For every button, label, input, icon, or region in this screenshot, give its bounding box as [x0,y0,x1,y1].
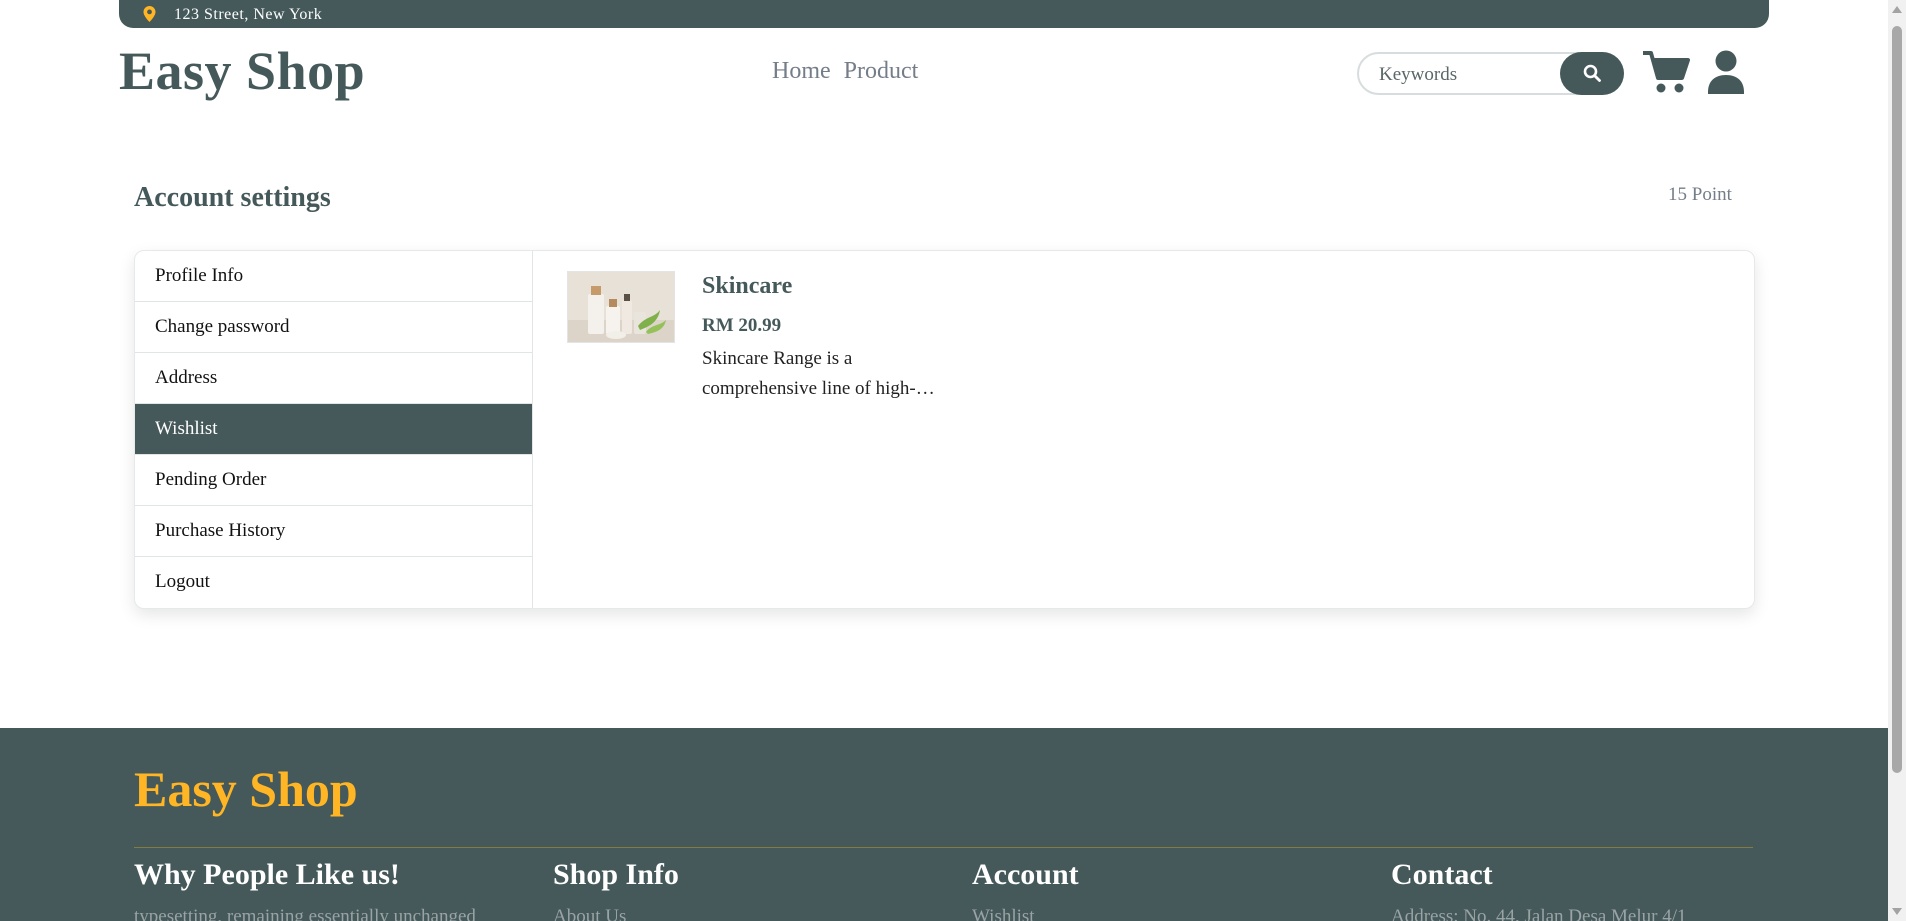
product-price: RM 20.99 [702,315,782,336]
site-footer: Easy Shop Why People Like us! typesettin… [0,728,1888,921]
cart-icon[interactable] [1642,50,1690,94]
points-badge: 15 Point [1668,184,1732,205]
footer-col-title: Shop Info [553,858,679,891]
footer-col-title: Contact [1391,858,1493,891]
skincare-photo [568,272,674,342]
menu-item-address[interactable]: Address [135,353,532,404]
menu-item-pending-order[interactable]: Pending Order [135,455,532,506]
footer-col-contact: Contact Address: No. 44, Jalan Desa Melu… [1391,858,1687,921]
scroll-up-arrow-icon[interactable] [1892,6,1902,13]
footer-col-title: Why People Like us! [134,858,400,891]
nav-home-link[interactable]: Home [772,58,831,85]
footer-col-shop-info: Shop Info About Us [553,858,679,921]
store-address: 123 Street, New York [174,6,323,23]
user-icon[interactable] [1707,50,1745,94]
top-address-bar: 123 Street, New York [119,0,1769,28]
product-description: Skincare Range is a comprehensive line o… [702,348,916,399]
map-pin-icon [143,6,156,22]
account-menu: Profile Info Change password Address Wis… [135,251,533,608]
menu-item-profile-info[interactable]: Profile Info [135,251,532,302]
product-image[interactable] [567,271,675,343]
search-button[interactable] [1560,52,1624,95]
footer-col-why-us: Why People Like us! typesetting, remaini… [134,858,476,921]
footer-link-about-us[interactable]: About Us [553,906,679,921]
site-logo[interactable]: Easy Shop [119,40,365,102]
menu-item-logout[interactable]: Logout [135,557,532,608]
account-card: Profile Info Change password Address Wis… [134,250,1755,609]
product-name[interactable]: Skincare [702,273,792,300]
search-input[interactable] [1377,62,1551,88]
footer-contact-address: Address: No. 44, Jalan Desa Melur 4/1 [1391,906,1687,921]
nav-product-link[interactable]: Product [844,58,919,85]
main-nav: Home Product [772,58,918,85]
footer-link-wishlist[interactable]: Wishlist [972,906,1079,921]
menu-item-change-password[interactable]: Change password [135,302,532,353]
menu-item-purchase-history[interactable]: Purchase History [135,506,532,557]
footer-divider [134,847,1753,848]
page: 123 Street, New York Easy Shop Home Prod… [0,0,1888,921]
footer-logo: Easy Shop [134,761,358,817]
vertical-scrollbar[interactable] [1888,0,1906,921]
footer-col-title: Account [972,858,1079,891]
page-title: Account settings [134,182,331,213]
scroll-thumb[interactable] [1892,26,1902,773]
menu-item-wishlist[interactable]: Wishlist [135,404,532,455]
search-icon [1583,64,1601,82]
footer-col-account: Account Wishlist [972,858,1079,921]
footer-col-text: typesetting, remaining essentially uncha… [134,906,476,921]
scroll-down-arrow-icon[interactable] [1892,908,1902,915]
